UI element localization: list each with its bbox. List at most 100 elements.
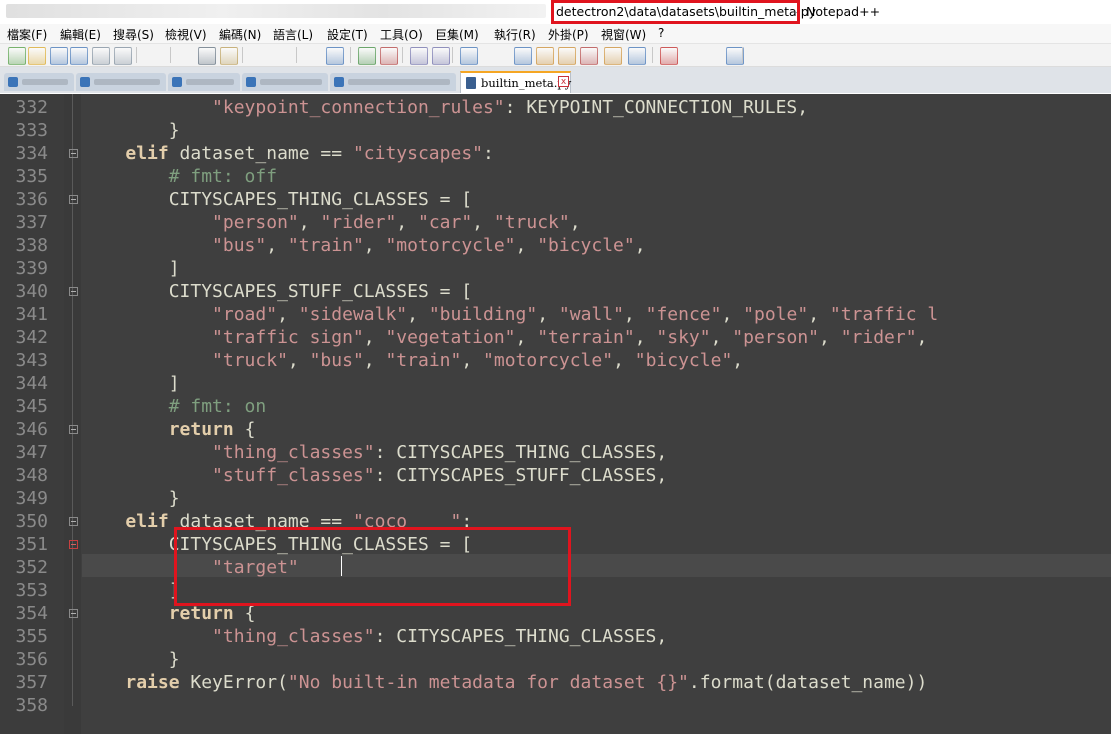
code-line[interactable]: 336 CITYSCAPES_THING_CLASSES = [ — [0, 188, 1111, 211]
fold-toggle-icon[interactable] — [69, 609, 78, 618]
code-line[interactable]: 344 ] — [0, 372, 1111, 395]
menu-item-3[interactable]: 檢視(V) — [165, 26, 207, 43]
zoom-in-icon[interactable] — [358, 47, 376, 65]
line-number: 353 — [15, 580, 48, 601]
code-text: return { — [168, 419, 256, 440]
code-line[interactable]: 349 } — [0, 487, 1111, 510]
code-text: "stuff_classes": CITYSCAPES_STUFF_CLASSE… — [212, 465, 668, 486]
word-wrap-icon[interactable] — [460, 47, 478, 65]
find-icon[interactable] — [304, 47, 320, 63]
close-icon[interactable] — [92, 47, 110, 65]
fold-toggle-icon[interactable] — [69, 287, 78, 296]
code-line[interactable]: 346 return { — [0, 418, 1111, 441]
code-line[interactable]: 348 "stuff_classes": CITYSCAPES_STUFF_CL… — [0, 464, 1111, 487]
toolbar-separator — [350, 47, 351, 63]
code-line[interactable]: 347 "thing_classes": CITYSCAPES_THING_CL… — [0, 441, 1111, 464]
udl-icon[interactable] — [536, 47, 554, 65]
code-line[interactable]: 343 "truck", "bus", "train", "motorcycle… — [0, 349, 1111, 372]
function-list-icon[interactable] — [580, 47, 598, 65]
code-text: "truck", "bus", "train", "motorcycle", "… — [212, 350, 744, 371]
code-line[interactable]: 339 ] — [0, 257, 1111, 280]
fold-toggle-icon[interactable] — [69, 149, 78, 158]
code-line[interactable]: 355 "thing_classes": CITYSCAPES_THING_CL… — [0, 625, 1111, 648]
redo-icon[interactable] — [272, 47, 288, 63]
open-file-icon[interactable] — [28, 47, 46, 65]
code-line[interactable]: 356 } — [0, 648, 1111, 671]
code-line[interactable]: 340 CITYSCAPES_STUFF_CLASSES = [ — [0, 280, 1111, 303]
code-text: raise KeyError("No built-in metadata for… — [125, 672, 928, 693]
code-line[interactable]: 334 elif dataset_name == "cityscapes": — [0, 142, 1111, 165]
code-editor[interactable]: 332 "keypoint_connection_rules": KEYPOIN… — [0, 94, 1111, 734]
copy-icon[interactable] — [198, 47, 216, 65]
menu-item-7[interactable]: 工具(O) — [380, 26, 423, 43]
code-line[interactable]: 333 } — [0, 119, 1111, 142]
play-macro-icon[interactable] — [704, 47, 720, 63]
menu-item-1[interactable]: 編輯(E) — [60, 26, 101, 43]
print-icon[interactable] — [144, 47, 160, 63]
indent-guide-icon[interactable] — [514, 47, 532, 65]
close-tab-icon[interactable]: x — [558, 76, 569, 87]
line-number: 357 — [15, 672, 48, 693]
blurred-title-prefix — [6, 4, 546, 18]
tab-blurred-4[interactable] — [242, 73, 328, 91]
code-text: elif dataset_name == "cityscapes": — [125, 143, 494, 164]
line-number: 349 — [15, 488, 48, 509]
menu-item-8[interactable]: 巨集(M) — [435, 26, 479, 43]
code-line[interactable]: 341 "road", "sidewalk", "building", "wal… — [0, 303, 1111, 326]
monitoring-icon[interactable] — [628, 47, 646, 65]
code-line[interactable]: 357 raise KeyError("No built-in metadata… — [0, 671, 1111, 694]
line-number: 335 — [15, 166, 48, 187]
menu-item-12[interactable]: ? — [658, 26, 664, 40]
line-number: 344 — [15, 373, 48, 394]
save-macro-icon[interactable] — [750, 47, 766, 63]
line-number: 343 — [15, 350, 48, 371]
doc-map-icon[interactable] — [558, 47, 576, 65]
show-all-chars-icon[interactable] — [488, 47, 504, 63]
menu-item-10[interactable]: 外掛(P) — [548, 26, 589, 43]
menu-item-5[interactable]: 語言(L) — [273, 26, 313, 43]
code-line[interactable]: 337 "person", "rider", "car", "truck", — [0, 211, 1111, 234]
menu-item-11[interactable]: 視窗(W) — [601, 26, 646, 43]
record-macro-icon[interactable] — [660, 47, 678, 65]
menu-item-0[interactable]: 檔案(F) — [7, 26, 47, 43]
code-line[interactable]: 338 "bus", "train", "motorcycle", "bicyc… — [0, 234, 1111, 257]
menu-item-9[interactable]: 執行(R) — [494, 26, 536, 43]
code-line[interactable]: 342 "traffic sign", "vegetation", "terra… — [0, 326, 1111, 349]
code-line[interactable]: 332 "keypoint_connection_rules": KEYPOIN… — [0, 96, 1111, 119]
paste-icon[interactable] — [220, 47, 238, 65]
code-text: # fmt: off — [168, 166, 278, 187]
fold-toggle-icon[interactable] — [69, 425, 78, 434]
fold-toggle-icon[interactable] — [69, 195, 78, 204]
tab-blurred-5[interactable] — [330, 73, 456, 91]
tab-blurred-3[interactable] — [168, 73, 240, 91]
tab-builtin-meta[interactable]: builtin_meta.py x — [460, 71, 571, 93]
close-all-icon[interactable] — [114, 47, 132, 65]
line-number: 354 — [15, 603, 48, 624]
line-number: 358 — [15, 695, 48, 716]
line-number: 342 — [15, 327, 48, 348]
code-line[interactable]: 358 — [0, 694, 1111, 717]
menu-item-4[interactable]: 編碼(N) — [219, 26, 261, 43]
code-line[interactable]: 335 # fmt: off — [0, 165, 1111, 188]
folder-workspace-icon[interactable] — [604, 47, 622, 65]
fold-toggle-icon[interactable] — [69, 517, 78, 526]
sync-horizontal-icon[interactable] — [432, 47, 450, 65]
title-bar: detectron2\data\datasets\builtin_meta.py… — [0, 0, 1111, 24]
undo-icon[interactable] — [250, 47, 266, 63]
save-all-icon[interactable] — [70, 47, 88, 65]
cut-icon[interactable] — [178, 47, 194, 63]
code-line[interactable]: 345 # fmt: on — [0, 395, 1111, 418]
stop-macro-icon[interactable] — [682, 47, 698, 63]
line-number: 341 — [15, 304, 48, 325]
tab-blurred-1[interactable] — [4, 73, 74, 91]
zoom-out-icon[interactable] — [380, 47, 398, 65]
new-file-icon[interactable] — [8, 47, 26, 65]
fold-toggle-icon[interactable] — [69, 540, 78, 549]
menu-item-2[interactable]: 搜尋(S) — [113, 26, 154, 43]
tab-blurred-2[interactable] — [76, 73, 166, 91]
menu-item-6[interactable]: 設定(T) — [327, 26, 368, 43]
sync-vertical-icon[interactable] — [410, 47, 428, 65]
save-icon[interactable] — [50, 47, 68, 65]
replace-icon[interactable] — [326, 47, 344, 65]
toolbar-separator — [170, 47, 171, 63]
